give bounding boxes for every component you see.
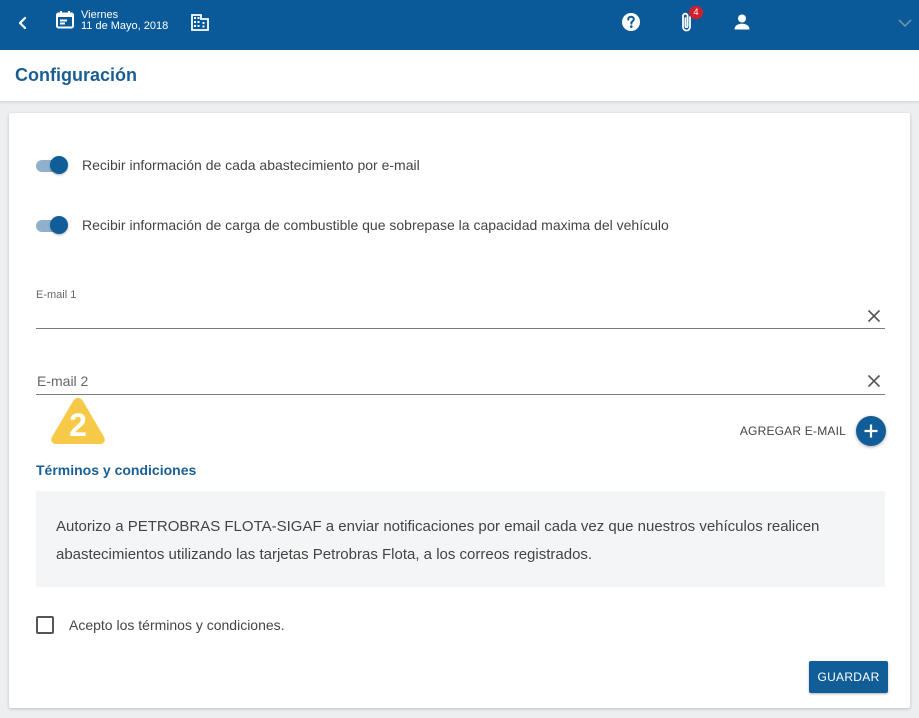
email-2-input[interactable] — [36, 372, 856, 392]
accept-terms-checkbox[interactable] — [36, 616, 54, 634]
terms-text-box: Autorizo a PETROBRAS FLOTA-SIGAF a envia… — [36, 491, 885, 587]
terms-text: Autorizo a PETROBRAS FLOTA-SIGAF a envia… — [56, 518, 820, 563]
calendar-icon — [55, 10, 75, 30]
plus-icon — [864, 424, 878, 438]
toggle-label-over-capacity: Recibir información de carga de combusti… — [82, 217, 669, 233]
add-email-label[interactable]: AGREGAR E-MAIL — [740, 424, 846, 438]
switch-thumb — [50, 156, 68, 174]
add-email-button[interactable] — [856, 416, 886, 446]
person-icon[interactable] — [731, 11, 753, 33]
terms-title: Términos y condiciones — [36, 462, 197, 478]
accept-terms-row[interactable]: Acepto los términos y condiciones. — [36, 616, 285, 634]
title-bar: Configuración — [0, 50, 919, 102]
settings-card: Recibir información de cada abastecimien… — [9, 113, 910, 708]
step-marker-icon: 2 — [49, 396, 107, 446]
top-app-bar: Viernes 11 de Mayo, 2018 4 — [0, 0, 919, 50]
chevron-down-icon[interactable] — [895, 13, 915, 33]
email-1-input[interactable] — [36, 306, 856, 326]
email-1-label: E-mail 1 — [36, 289, 77, 301]
email-1-field[interactable]: E-mail 1 — [36, 289, 885, 329]
header-date-text: 11 de Mayo, 2018 — [81, 20, 169, 32]
save-button[interactable]: GUARDAR — [809, 661, 888, 693]
step-marker-number: 2 — [69, 407, 87, 443]
clear-email-1-icon[interactable] — [867, 309, 881, 323]
building-icon[interactable] — [190, 12, 210, 32]
page-title: Configuración — [15, 65, 137, 85]
accept-terms-label[interactable]: Acepto los términos y condiciones. — [69, 617, 285, 633]
add-email-row: AGREGAR E-MAIL — [740, 416, 886, 446]
header-date: Viernes 11 de Mayo, 2018 — [81, 10, 168, 32]
help-icon[interactable] — [620, 11, 642, 33]
clear-email-2-icon[interactable] — [867, 374, 881, 388]
notification-badge: 4 — [689, 6, 703, 19]
toggle-switch-each-refuel[interactable] — [36, 155, 68, 175]
toggle-row-over-capacity: Recibir información de carga de combusti… — [36, 213, 669, 237]
email-2-field[interactable]: E-mail 2 — [36, 368, 885, 395]
toggle-label-each-refuel: Recibir información de cada abastecimien… — [82, 157, 420, 173]
switch-thumb — [50, 216, 68, 234]
toggle-row-each-refuel: Recibir información de cada abastecimien… — [36, 153, 420, 177]
toggle-switch-over-capacity[interactable] — [36, 215, 68, 235]
back-arrow-icon[interactable] — [12, 12, 34, 34]
